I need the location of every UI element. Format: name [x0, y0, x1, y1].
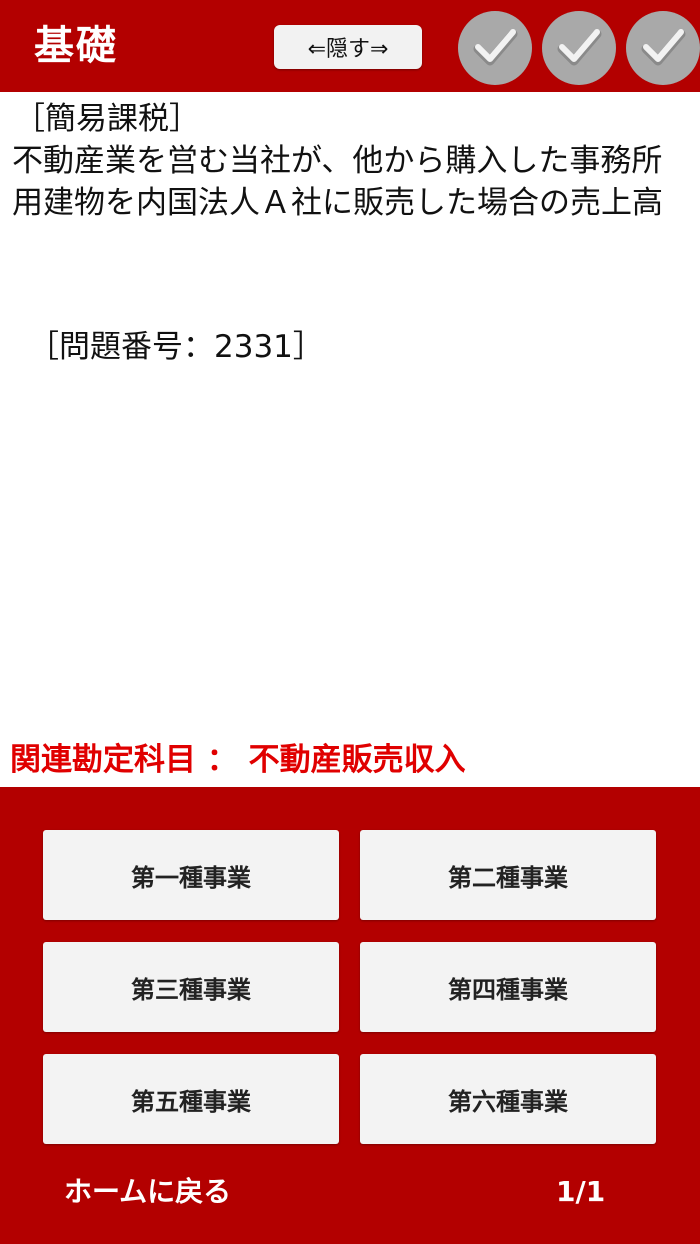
check-button-2[interactable]	[542, 11, 616, 85]
question-number: ［問題番号：2331］	[28, 329, 324, 365]
quiz-screen: 基礎 ⇐隠す⇒ ［簡易課税］ 不動産業を営む当社が、他から購入した事務所用建物を…	[0, 0, 700, 1244]
check-icon	[641, 29, 686, 66]
question-body: ［簡易課税］ 不動産業を営む当社が、他から購入した事務所用建物を内国法人Ａ社に販…	[12, 98, 688, 224]
header-bar: 基礎 ⇐隠す⇒	[0, 0, 700, 92]
choice-button-4[interactable]: 第四種事業	[360, 942, 656, 1032]
check-button-1[interactable]	[458, 11, 532, 85]
hide-toggle-button[interactable]: ⇐隠す⇒	[274, 25, 422, 69]
check-icon	[473, 29, 518, 66]
check-button-3[interactable]	[626, 11, 700, 85]
choice-button-6[interactable]: 第六種事業	[360, 1054, 656, 1144]
related-account: 関連勘定科目 ： 不動産販売収入	[10, 742, 466, 778]
question-text: 不動産業を営む当社が、他から購入した事務所用建物を内国法人Ａ社に販売した場合の売…	[12, 143, 663, 221]
answer-panel: 第一種事業 第二種事業 第三種事業 第四種事業 第五種事業 第六種事業 ホームに…	[0, 787, 700, 1244]
page-title: 基礎	[34, 23, 118, 69]
page-counter: 1/1	[556, 1175, 606, 1208]
choice-button-5[interactable]: 第五種事業	[43, 1054, 339, 1144]
choice-button-2[interactable]: 第二種事業	[360, 830, 656, 920]
question-category: ［簡易課税］	[14, 101, 200, 137]
choice-button-3[interactable]: 第三種事業	[43, 942, 339, 1032]
choice-button-1[interactable]: 第一種事業	[43, 830, 339, 920]
check-icon	[557, 29, 602, 66]
home-button[interactable]: ホームに戻る	[64, 1172, 231, 1212]
